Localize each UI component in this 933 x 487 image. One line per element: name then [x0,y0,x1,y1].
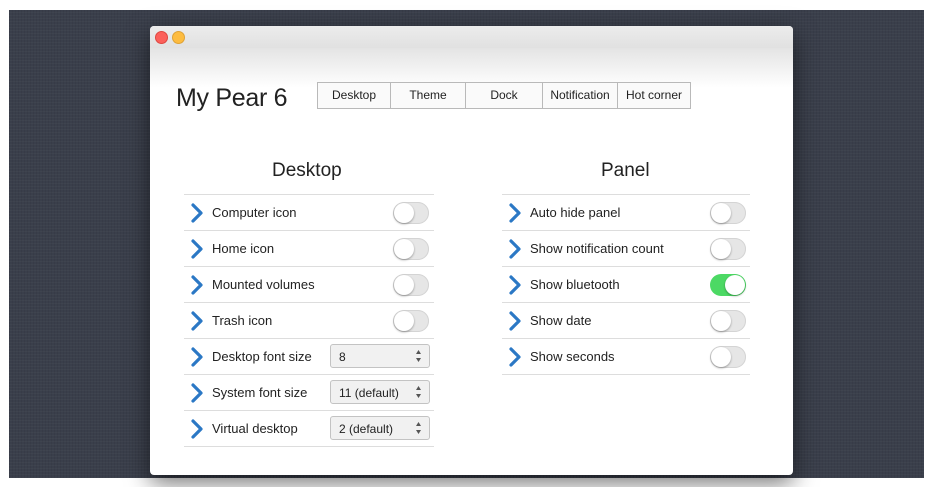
toggle-switch[interactable] [710,274,746,296]
setting-row[interactable]: Virtual desktop 2 (default) [184,411,434,447]
toggle-knob [394,203,414,223]
tab-desktop[interactable]: Desktop [317,82,391,109]
chevron-right-icon [190,311,204,331]
toggle-knob [711,311,731,331]
value-select[interactable]: 8 [330,344,430,368]
setting-row[interactable]: Home icon [184,231,434,267]
tab-notification[interactable]: Notification [542,82,618,109]
setting-row[interactable]: Computer icon [184,195,434,231]
setting-label: Desktop font size [212,349,312,364]
chevron-right-icon [508,275,522,295]
setting-row[interactable]: Show seconds [502,339,750,375]
select-value: 2 (default) [339,422,394,436]
setting-row[interactable]: Trash icon [184,303,434,339]
toggle-switch[interactable] [710,202,746,224]
toggle-switch[interactable] [710,346,746,368]
chevron-right-icon [190,275,204,295]
chevron-right-icon [508,239,522,259]
chevron-right-icon [508,347,522,367]
updown-arrows-icon [415,385,422,399]
setting-label: Show date [530,313,592,328]
setting-label: Show bluetooth [530,277,620,292]
chevron-right-icon [190,347,204,367]
tab-hot-corner[interactable]: Hot corner [617,82,691,109]
screen-border-bottom [0,478,933,487]
panel-section-title: Panel [601,160,650,181]
setting-row[interactable]: Desktop font size 8 [184,339,434,375]
tab-theme[interactable]: Theme [390,82,466,109]
toggle-knob [394,311,414,331]
chevron-right-icon [190,383,204,403]
app-window: My Pear 6 Desktop Theme Dock Notificatio… [150,26,793,475]
chevron-right-icon [508,203,522,223]
close-window-button[interactable] [155,31,168,44]
chevron-right-icon [190,419,204,439]
toggle-switch[interactable] [393,238,429,260]
screen-border-top [0,0,933,10]
toggle-knob [711,347,731,367]
app-title: My Pear 6 [176,84,288,112]
setting-label: Auto hide panel [530,205,621,220]
setting-row[interactable]: Mounted volumes [184,267,434,303]
chevron-right-icon [190,239,204,259]
setting-label: Show seconds [530,349,615,364]
screen-border-left [0,0,9,487]
select-value: 8 [339,350,346,364]
tab-bar: Desktop Theme Dock Notification Hot corn… [317,82,691,109]
desktop-section-title: Desktop [272,160,342,181]
setting-label: Home icon [212,241,275,256]
setting-row[interactable]: Show notification count [502,231,750,267]
setting-row[interactable]: Show date [502,303,750,339]
setting-label: Computer icon [212,205,297,220]
setting-label: Mounted volumes [212,277,315,292]
tab-dock[interactable]: Dock [465,82,543,109]
toggle-knob [394,239,414,259]
value-select[interactable]: 2 (default) [330,416,430,440]
toggle-switch[interactable] [710,310,746,332]
toggle-knob [394,275,414,295]
toggle-knob [711,239,731,259]
chevron-right-icon [508,311,522,331]
updown-arrows-icon [415,349,422,363]
setting-row[interactable]: Show bluetooth [502,267,750,303]
toggle-switch[interactable] [393,274,429,296]
setting-row[interactable]: Auto hide panel [502,195,750,231]
setting-label: Trash icon [212,313,273,328]
setting-label: Show notification count [530,241,664,256]
updown-arrows-icon [415,421,422,435]
setting-label: System font size [212,385,308,400]
select-value: 11 (default) [339,386,399,400]
desktop-settings-list: Computer icon Home icon Mounted volumes Tra… [184,194,434,447]
toggle-knob [725,275,745,295]
toggle-switch[interactable] [393,202,429,224]
toggle-knob [711,203,731,223]
toggle-switch[interactable] [710,238,746,260]
screen-border-right [924,0,933,487]
setting-row[interactable]: System font size 11 (default) [184,375,434,411]
toggle-switch[interactable] [393,310,429,332]
minimize-window-button[interactable] [172,31,185,44]
chevron-right-icon [190,203,204,223]
value-select[interactable]: 11 (default) [330,380,430,404]
panel-settings-list: Auto hide panel Show notification count Sh… [502,194,750,375]
setting-label: Virtual desktop [212,421,298,436]
